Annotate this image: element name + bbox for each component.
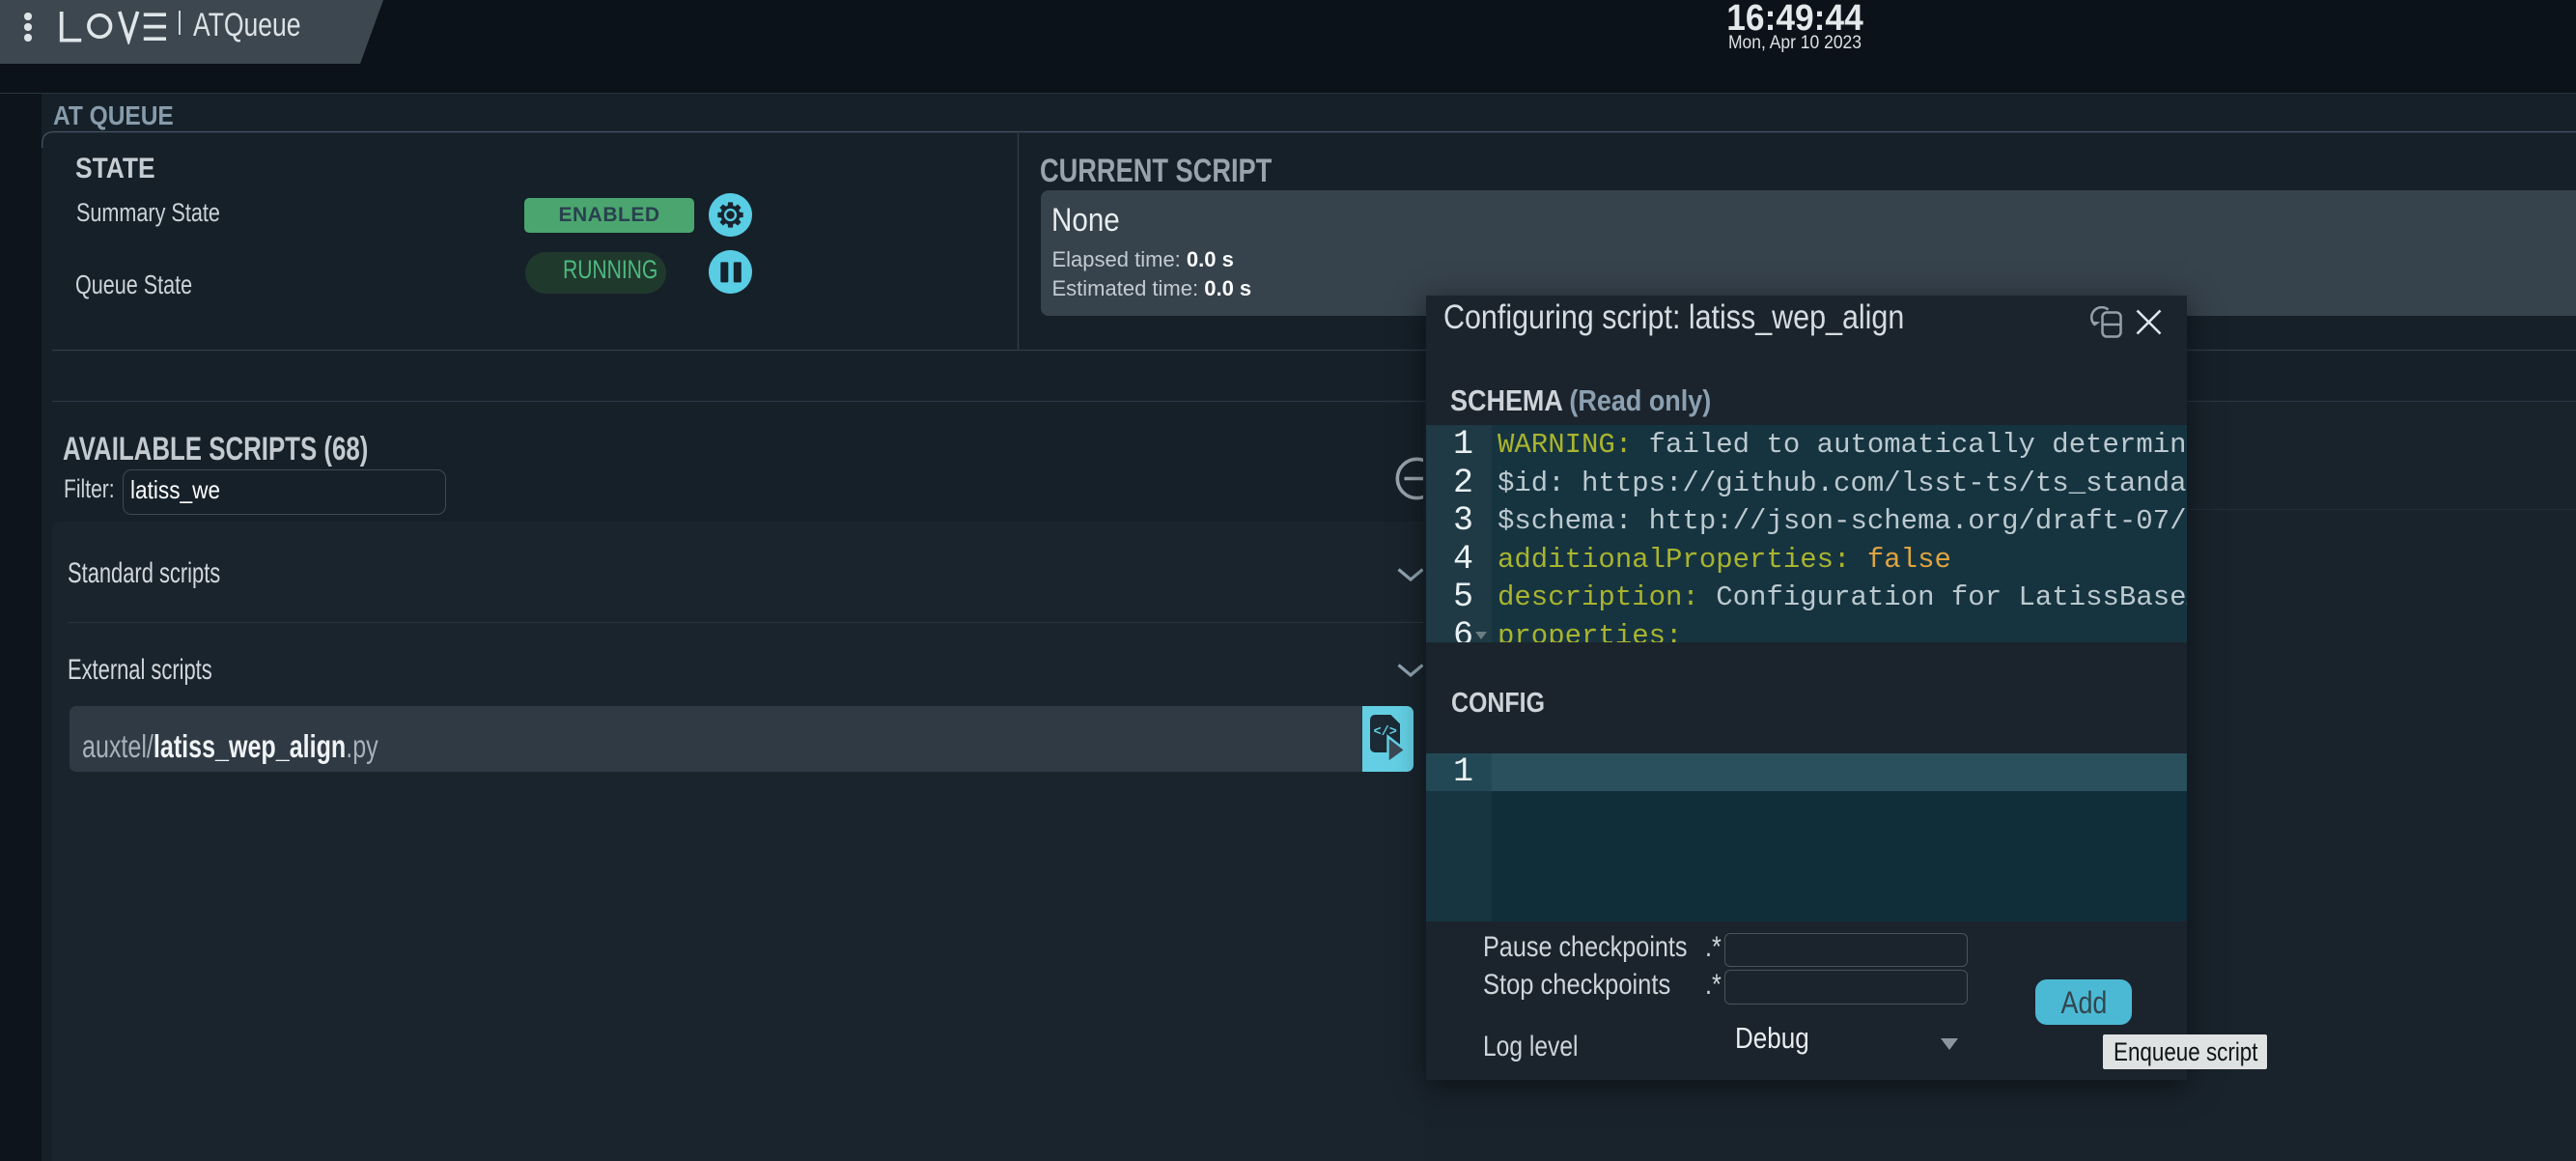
- svg-text:</>: </>: [1374, 725, 1397, 740]
